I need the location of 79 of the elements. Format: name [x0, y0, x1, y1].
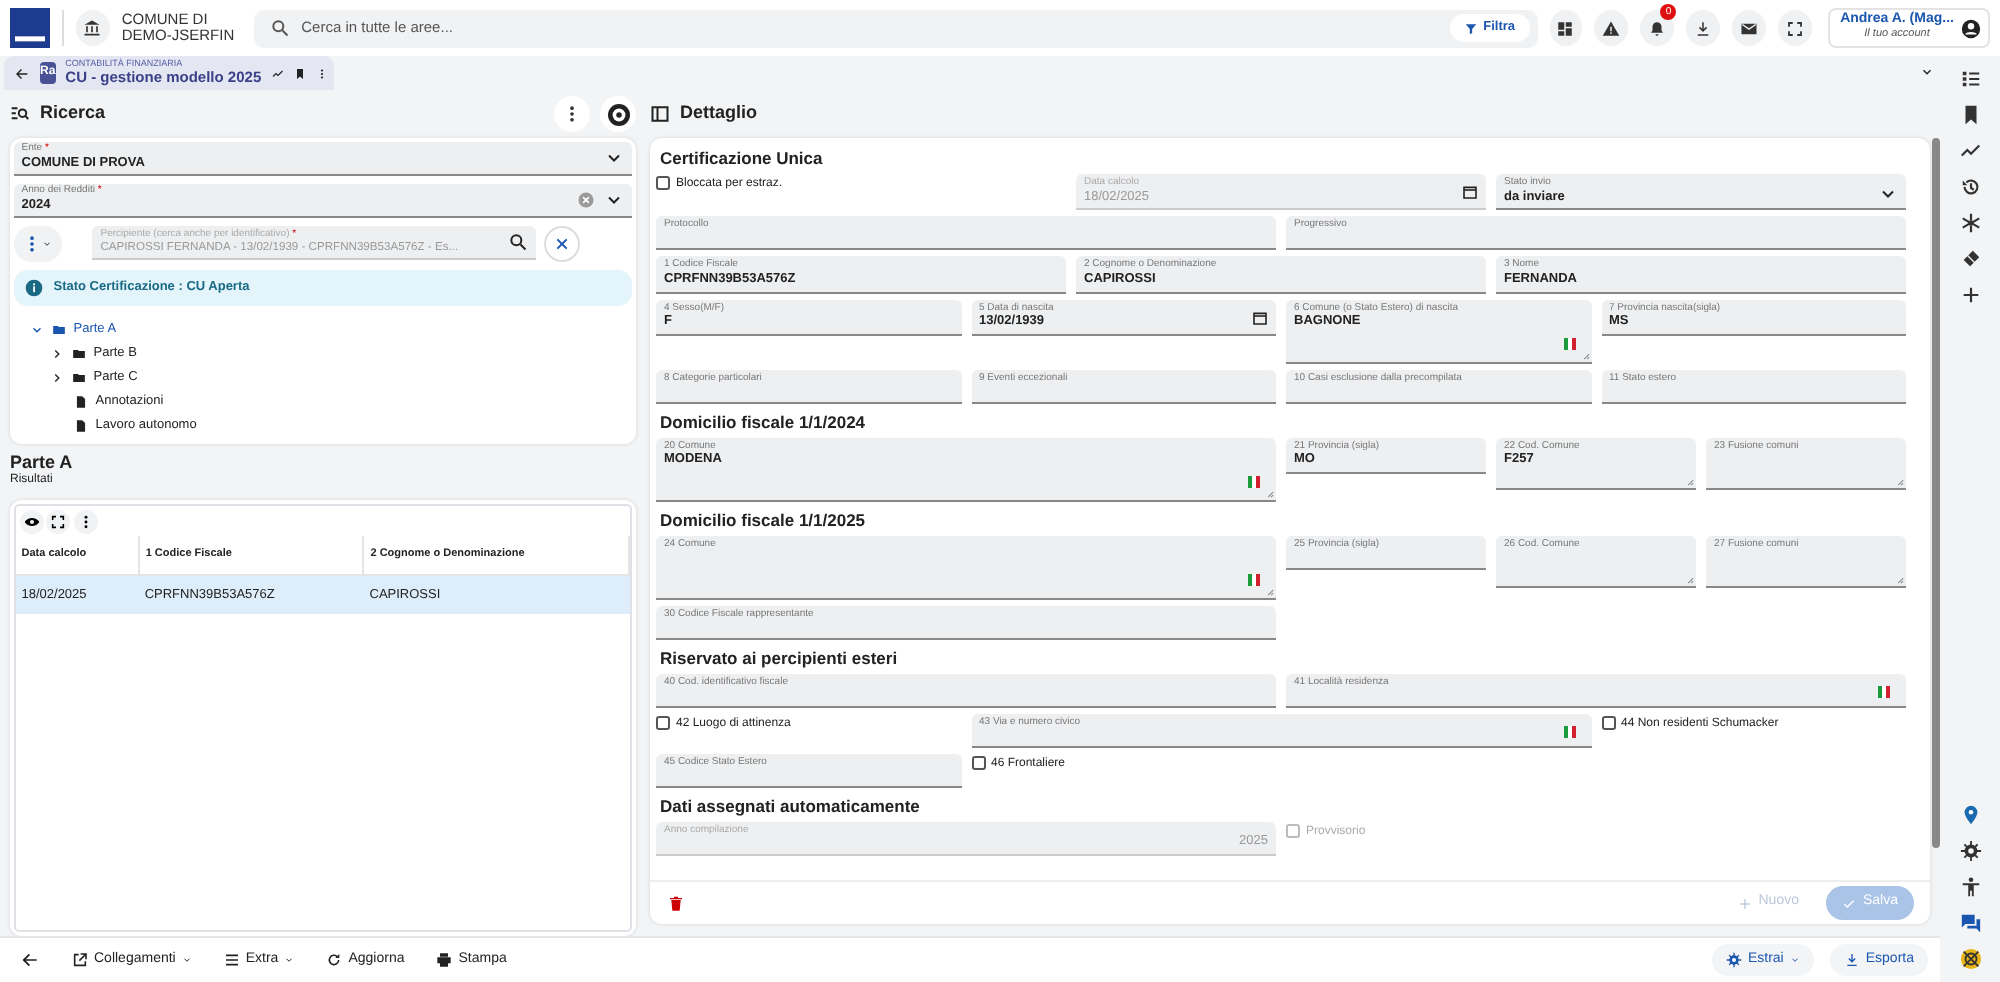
- resize-grip-icon[interactable]: [1579, 349, 1589, 360]
- fullscreen-icon: [1786, 19, 1805, 37]
- fullscreen-button[interactable]: [1778, 10, 1813, 46]
- info-icon: [23, 277, 44, 298]
- section-heading: Domicilio fiscale 1/1/2025: [658, 507, 868, 532]
- download-icon: [1694, 19, 1713, 37]
- flag-icon: [1246, 573, 1262, 586]
- gear-icon: [1725, 952, 1742, 968]
- resize-grip-icon[interactable]: [1684, 475, 1694, 486]
- options-button[interactable]: [600, 96, 636, 132]
- search-icon: [269, 18, 290, 38]
- panel-title: Ricerca: [40, 100, 108, 127]
- downloads-button[interactable]: [1686, 10, 1721, 46]
- checklist-icon[interactable]: [1959, 68, 1981, 90]
- circle-icon: [607, 103, 629, 125]
- plug-icon[interactable]: [1959, 248, 1981, 270]
- settings-icon[interactable]: [1959, 840, 1981, 862]
- trend-icon[interactable]: [1959, 140, 1981, 162]
- messages-button[interactable]: [1732, 10, 1767, 46]
- alerts-button[interactable]: [1594, 10, 1629, 46]
- help-icon[interactable]: [1959, 948, 1981, 970]
- expand-button[interactable]: [46, 509, 71, 533]
- calendar-icon[interactable]: [1252, 309, 1268, 326]
- checkbox[interactable]: [971, 755, 985, 770]
- network-icon[interactable]: [1959, 212, 1981, 234]
- dashboard-button[interactable]: [1549, 10, 1583, 46]
- back-icon: [20, 950, 40, 970]
- chat-icon[interactable]: [1959, 912, 1981, 934]
- panel-icon[interactable]: [650, 104, 670, 124]
- institution-button[interactable]: [75, 10, 110, 46]
- resize-grip-icon[interactable]: [1894, 573, 1904, 584]
- accessibility-icon[interactable]: [1959, 876, 1981, 898]
- filter-icon: [1463, 21, 1478, 35]
- section-heading: Domicilio fiscale 1/1/2024: [658, 409, 868, 434]
- search-list-icon: [10, 104, 30, 124]
- download-icon: [1843, 952, 1860, 968]
- plus-icon[interactable]: [1959, 284, 1981, 306]
- bank-icon: [82, 18, 103, 38]
- panel-title: Dettaglio: [680, 100, 758, 127]
- more-icon[interactable]: [315, 67, 328, 79]
- more-menu-button[interactable]: [13, 225, 62, 262]
- bell-icon: [1648, 19, 1667, 37]
- trash-icon: [668, 893, 684, 913]
- eye-icon: [23, 513, 39, 529]
- resize-grip-icon[interactable]: [1264, 487, 1274, 498]
- back-icon[interactable]: [14, 63, 30, 83]
- clear-icon[interactable]: [576, 189, 597, 210]
- resize-grip-icon[interactable]: [1894, 475, 1904, 486]
- view-button[interactable]: [19, 509, 43, 533]
- search-icon: [508, 232, 529, 253]
- plus-icon: [1738, 893, 1753, 913]
- flag-icon: [1246, 475, 1262, 488]
- checkbox[interactable]: [656, 176, 670, 190]
- section-heading: Dati assegnati automaticamente: [658, 793, 922, 818]
- scrollbar[interactable]: [1932, 138, 1940, 848]
- checkbox[interactable]: [656, 715, 670, 730]
- resize-grip-icon[interactable]: [1264, 585, 1274, 596]
- user-icon: [1959, 17, 1982, 39]
- flag-icon: [1876, 685, 1892, 698]
- more-button[interactable]: [74, 509, 98, 533]
- mail-icon: [1740, 19, 1759, 37]
- flag-icon: [1561, 725, 1577, 738]
- close-icon: [553, 233, 570, 254]
- clear-button[interactable]: [543, 225, 580, 262]
- print-icon: [436, 952, 453, 968]
- list-icon: [223, 952, 240, 968]
- section-heading: Riservato ai percipienti esteri: [658, 645, 900, 670]
- flag-icon: [1561, 337, 1577, 350]
- bookmark-icon[interactable]: [293, 67, 306, 79]
- refresh-icon: [326, 952, 343, 968]
- expand-icon: [50, 513, 67, 529]
- link-icon: [72, 952, 88, 968]
- checkbox[interactable]: [1601, 715, 1615, 730]
- section-title: Parte A: [10, 454, 75, 472]
- warning-icon: [1602, 19, 1621, 37]
- resize-grip-icon[interactable]: [1684, 573, 1694, 584]
- grid-icon: [1556, 19, 1575, 37]
- history-icon[interactable]: [1959, 176, 1981, 198]
- section-heading: Certificazione Unica: [658, 146, 825, 170]
